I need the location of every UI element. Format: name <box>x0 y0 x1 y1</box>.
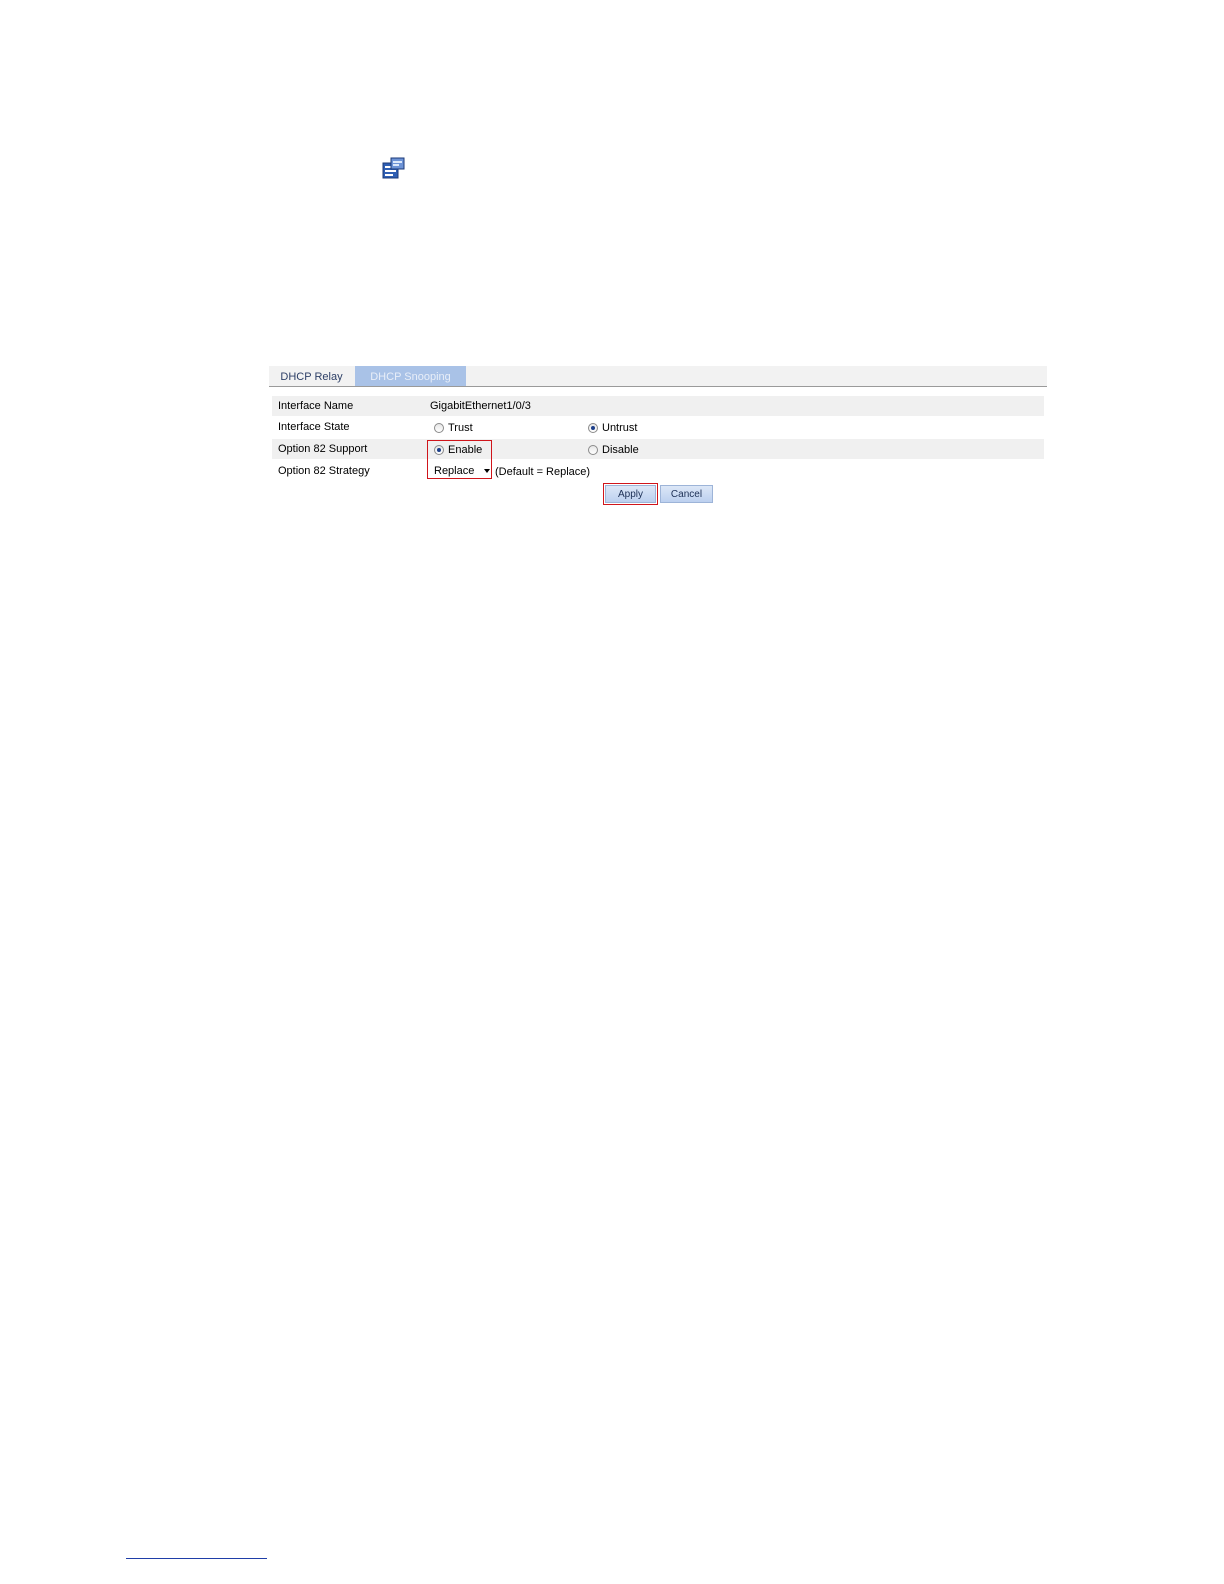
disable-radio-circle[interactable] <box>588 445 598 455</box>
highlight-box-enable-strategy <box>427 440 492 479</box>
interface-name-row: Interface Name GigabitEthernet1/0/3 <box>272 396 1044 416</box>
cancel-button[interactable]: Cancel <box>660 485 713 503</box>
untrust-radio-circle[interactable] <box>588 423 598 433</box>
untrust-radio-label: Untrust <box>602 422 638 434</box>
trust-radio-circle[interactable] <box>434 423 444 433</box>
trust-radio[interactable]: Trust <box>434 420 473 436</box>
interface-name-value: GigabitEthernet1/0/3 <box>430 400 531 412</box>
option82-strategy-row: Option 82 Strategy Replace (Default = Re… <box>272 461 1044 481</box>
tab-dhcp-relay[interactable]: DHCP Relay <box>269 366 354 386</box>
option82-strategy-label: Option 82 Strategy <box>278 465 370 477</box>
disable-radio[interactable]: Disable <box>588 442 639 458</box>
dhcp-snooping-panel: DHCP Relay DHCP Snooping Interface Name … <box>269 366 1047 508</box>
document-config-icon <box>382 157 405 179</box>
untrust-radio[interactable]: Untrust <box>588 420 637 436</box>
disable-radio-label: Disable <box>602 444 639 456</box>
interface-state-label: Interface State <box>278 421 350 433</box>
strategy-default-hint: (Default = Replace) <box>495 466 591 478</box>
interface-state-row: Interface State Trust Untrust <box>272 417 1044 437</box>
interface-name-label: Interface Name <box>278 400 354 412</box>
trust-radio-label: Trust <box>448 422 473 434</box>
tab-bar: DHCP Relay DHCP Snooping <box>269 366 1047 387</box>
option82-support-row: Option 82 Support Enable Disable <box>272 439 1044 459</box>
footnote-divider <box>126 1558 267 1559</box>
option82-support-label: Option 82 Support <box>278 443 368 455</box>
highlight-box-apply <box>603 483 658 505</box>
tab-dhcp-snooping[interactable]: DHCP Snooping <box>355 366 466 386</box>
